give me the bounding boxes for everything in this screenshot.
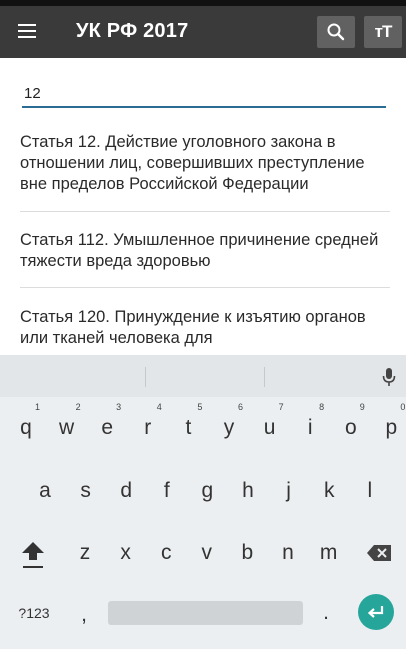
key-d[interactable]: d bbox=[110, 473, 142, 509]
hamburger-menu-icon[interactable] bbox=[18, 18, 44, 44]
symbols-key[interactable]: ?123 bbox=[12, 599, 56, 627]
key-u[interactable]: u7 bbox=[254, 402, 286, 446]
key-y[interactable]: y6 bbox=[213, 402, 245, 446]
key-label: h bbox=[242, 479, 254, 502]
key-hint: 6 bbox=[237, 402, 243, 412]
key-f[interactable]: f bbox=[151, 473, 183, 509]
text-size-icon: тТ bbox=[374, 22, 393, 41]
key-label: g bbox=[201, 479, 214, 502]
enter-key[interactable] bbox=[358, 594, 394, 630]
search-button[interactable] bbox=[317, 16, 355, 48]
period-key[interactable]: . bbox=[314, 599, 338, 627]
key-hint: 7 bbox=[278, 402, 284, 412]
key-label: f bbox=[163, 479, 170, 502]
key-label: d bbox=[120, 479, 133, 502]
key-label: k bbox=[323, 479, 335, 502]
key-label: o bbox=[344, 416, 357, 439]
key-label: a bbox=[39, 479, 51, 502]
key-label: x bbox=[120, 541, 131, 564]
microphone-icon[interactable] bbox=[382, 367, 396, 387]
key-hint: 1 bbox=[34, 402, 40, 412]
key-h[interactable]: h bbox=[232, 473, 264, 509]
key-b[interactable]: b bbox=[231, 535, 263, 571]
suggestion-bar bbox=[0, 355, 406, 397]
search-icon bbox=[327, 23, 345, 41]
text-size-button[interactable]: тТ bbox=[364, 16, 402, 48]
divider bbox=[20, 211, 390, 212]
key-label: y bbox=[223, 416, 235, 439]
key-label: m bbox=[319, 541, 338, 564]
key-hint: 5 bbox=[197, 402, 203, 412]
list-item[interactable]: Статья 120. Принуждение к изъятию органо… bbox=[20, 307, 390, 349]
app-title: УК РФ 2017 bbox=[76, 20, 189, 42]
key-label: z bbox=[79, 541, 91, 564]
search-field[interactable] bbox=[22, 80, 386, 108]
backspace-icon bbox=[367, 545, 391, 561]
key-l[interactable]: l bbox=[354, 473, 386, 509]
key-t[interactable]: t5 bbox=[172, 402, 204, 446]
key-j[interactable]: j bbox=[273, 473, 305, 509]
key-e[interactable]: e3 bbox=[91, 402, 123, 446]
key-q[interactable]: q1 bbox=[10, 402, 42, 446]
on-screen-keyboard: q1w2e3r4t5y6u7i8o9p0 asdfghjkl zxcvbnm ?… bbox=[0, 355, 406, 649]
key-r[interactable]: r4 bbox=[132, 402, 164, 446]
key-s[interactable]: s bbox=[70, 473, 102, 509]
list-item[interactable]: Статья 12. Действие уголовного закона в … bbox=[20, 132, 390, 195]
key-hint: 3 bbox=[116, 402, 122, 412]
enter-icon bbox=[367, 606, 384, 618]
key-label: c bbox=[160, 541, 172, 564]
divider bbox=[20, 287, 390, 288]
key-k[interactable]: k bbox=[313, 473, 345, 509]
results-list: Статья 12. Действие уголовного закона в … bbox=[0, 120, 406, 355]
key-hint: 0 bbox=[400, 402, 406, 412]
comma-key[interactable]: , bbox=[72, 601, 96, 629]
key-hint: 2 bbox=[75, 402, 81, 412]
key-label: t bbox=[185, 416, 192, 439]
key-label: w bbox=[59, 416, 75, 439]
key-x[interactable]: x bbox=[110, 535, 142, 571]
key-hint: 9 bbox=[359, 402, 365, 412]
key-g[interactable]: g bbox=[191, 473, 223, 509]
suggestion-divider bbox=[145, 367, 146, 387]
key-label: p bbox=[385, 416, 398, 439]
key-c[interactable]: c bbox=[150, 535, 182, 571]
backspace-key[interactable] bbox=[365, 535, 393, 571]
key-label: s bbox=[80, 479, 91, 502]
key-hint: 4 bbox=[156, 402, 162, 412]
key-a[interactable]: a bbox=[29, 473, 61, 509]
key-i[interactable]: i8 bbox=[294, 402, 326, 446]
key-n[interactable]: n bbox=[272, 535, 304, 571]
key-label: q bbox=[20, 416, 32, 439]
key-o[interactable]: o9 bbox=[335, 402, 367, 446]
key-label: b bbox=[241, 541, 254, 564]
key-label: n bbox=[282, 541, 294, 564]
shift-key[interactable] bbox=[18, 535, 48, 571]
key-label: v bbox=[201, 541, 213, 564]
key-hint: 8 bbox=[319, 402, 325, 412]
app-bar: УК РФ 2017 тТ bbox=[0, 6, 406, 58]
list-item[interactable]: Статья 112. Умышленное причинение средне… bbox=[20, 230, 390, 272]
key-v[interactable]: v bbox=[191, 535, 223, 571]
suggestion-divider bbox=[264, 367, 265, 387]
key-p[interactable]: p0 bbox=[375, 402, 406, 446]
search-input[interactable] bbox=[24, 82, 324, 104]
key-w[interactable]: w2 bbox=[51, 402, 83, 446]
key-label: r bbox=[144, 416, 152, 439]
key-z[interactable]: z bbox=[69, 535, 101, 571]
key-label: u bbox=[263, 416, 276, 439]
key-label: l bbox=[367, 479, 373, 502]
shift-icon bbox=[22, 542, 44, 568]
key-m[interactable]: m bbox=[313, 535, 345, 571]
key-label: i bbox=[307, 416, 313, 439]
key-label: e bbox=[101, 416, 114, 439]
key-label: j bbox=[286, 479, 291, 502]
space-key[interactable] bbox=[108, 601, 303, 625]
